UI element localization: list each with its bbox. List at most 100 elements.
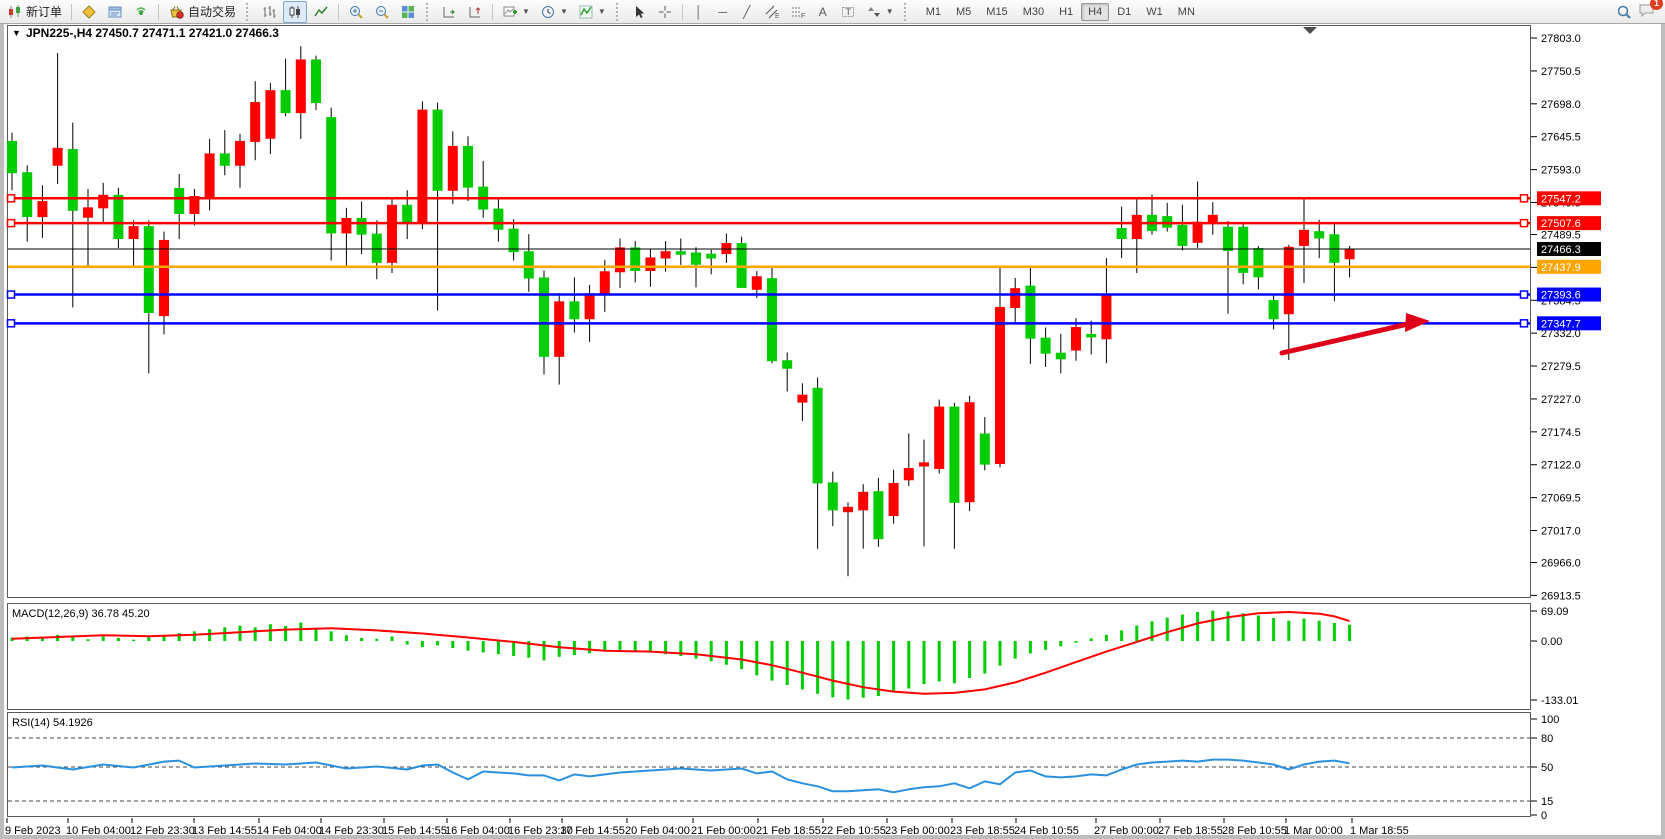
candle-body [175, 188, 184, 213]
macd-hist-bar [1227, 612, 1230, 641]
data-window-button[interactable] [103, 1, 127, 23]
shapes-button[interactable]: ▼ [862, 1, 898, 23]
timeframe-m15[interactable]: M15 [979, 3, 1014, 21]
macd-hist-bar [710, 641, 713, 661]
arrange-charts-button[interactable] [437, 1, 461, 23]
line-handle[interactable] [1521, 320, 1528, 327]
bar-chart-button[interactable] [257, 1, 281, 23]
autotrading-button[interactable]: 自动交易 [164, 1, 240, 23]
market-watch-button[interactable] [77, 1, 101, 23]
candle-body [540, 278, 549, 356]
candle-body [844, 507, 853, 511]
candlestick-chart-button[interactable] [283, 1, 307, 23]
text-button[interactable]: A [812, 1, 834, 23]
rsi-axis-label: 80 [1541, 733, 1553, 745]
candle-body [950, 407, 959, 502]
macd-hist-bar [193, 631, 196, 641]
macd-hist-bar [1166, 618, 1169, 641]
line-handle[interactable] [8, 291, 15, 298]
crosshair-button[interactable] [653, 1, 677, 23]
zoom-in-button[interactable] [344, 1, 368, 23]
chevron-down-icon: ▼ [560, 7, 568, 16]
macd-hist-bar [102, 637, 105, 641]
timeframe-w1[interactable]: W1 [1139, 3, 1170, 21]
notifications-button[interactable]: 1 [1638, 2, 1656, 21]
cursor-icon [631, 4, 647, 20]
window-frame-bottom [0, 835, 1665, 839]
macd-hist-bar [132, 640, 135, 641]
macd-hist-bar [862, 641, 865, 698]
text-label-button[interactable]: T [836, 1, 860, 23]
navigator-button[interactable] [129, 1, 153, 23]
timeframe-m5[interactable]: M5 [949, 3, 978, 21]
candle-body [1011, 289, 1020, 308]
timeframe-h1[interactable]: H1 [1052, 3, 1080, 21]
toolbar-grip [426, 3, 431, 21]
fibonacci-icon: F [790, 4, 806, 20]
macd-hist-bar [1014, 641, 1017, 659]
indicators-button[interactable]: ▼ [574, 1, 610, 23]
step-forward-button[interactable] [463, 1, 487, 23]
toolbar: 新订单 自动交易 [0, 0, 1665, 24]
line-handle[interactable] [8, 195, 15, 202]
macd-hist-bar [938, 641, 941, 681]
chart-collapse-icon[interactable]: ▼ [12, 28, 21, 38]
navigator-icon [133, 4, 149, 20]
timeframe-m30[interactable]: M30 [1016, 3, 1051, 21]
new-chart-button[interactable]: ▼ [498, 1, 534, 23]
channel-icon: E [764, 4, 780, 20]
svg-text:E: E [775, 13, 780, 20]
period-button[interactable]: ▼ [536, 1, 572, 23]
trendline-button[interactable]: ╱ [736, 1, 758, 23]
separator [682, 4, 683, 20]
macd-hist-bar [983, 641, 986, 674]
line-handle[interactable] [1521, 291, 1528, 298]
data-window-icon [107, 4, 123, 20]
candle-body [236, 141, 245, 165]
candle-body [1132, 215, 1141, 238]
candle-body [600, 272, 609, 294]
macd-hist-bar [1333, 623, 1336, 641]
macd-hist-bar [345, 635, 348, 641]
search-icon[interactable] [1616, 4, 1632, 20]
line-handle[interactable] [1521, 195, 1528, 202]
channel-button[interactable]: E [760, 1, 784, 23]
candle-body [23, 173, 32, 217]
timeframe-h4[interactable]: H4 [1081, 3, 1109, 21]
timeframe-m1[interactable]: M1 [919, 3, 948, 21]
timeframe-d1[interactable]: D1 [1110, 3, 1138, 21]
macd-hist-bar [71, 637, 74, 641]
macd-axis-label: 69.09 [1541, 606, 1569, 618]
line-chart-button[interactable] [309, 1, 333, 23]
chart-canvas[interactable]: 27803.027750.527698.027645.527593.027540… [0, 0, 1665, 839]
candle-body [783, 361, 792, 369]
candle-body [813, 388, 822, 483]
window-frame-right [1661, 23, 1665, 839]
rsi-axis-label: 15 [1541, 796, 1553, 808]
macd-hist-bar [1348, 625, 1351, 641]
candle-body [296, 60, 305, 113]
candle-body [266, 91, 275, 139]
line-handle[interactable] [8, 320, 15, 327]
horizontal-line-button[interactable]: ─ [712, 1, 734, 23]
tile-windows-button[interactable] [396, 1, 420, 23]
candle-body [570, 302, 579, 319]
cursor-button[interactable] [627, 1, 651, 23]
text-icon: A [816, 5, 830, 19]
new-order-button[interactable]: 新订单 [3, 1, 66, 23]
macd-hist-bar [1075, 641, 1078, 643]
timeframe-mn[interactable]: MN [1171, 3, 1202, 21]
candle-body [859, 492, 868, 510]
macd-hist-bar [923, 641, 926, 684]
candle-body [935, 407, 944, 468]
fibonacci-button[interactable]: F [786, 1, 810, 23]
zoom-out-button[interactable] [370, 1, 394, 23]
line-handle[interactable] [8, 220, 15, 227]
macd-hist-bar [421, 641, 424, 647]
price-tick-label: 27017.0 [1541, 526, 1581, 538]
macd-hist-bar [771, 641, 774, 681]
price-tick-label: 26966.0 [1541, 557, 1581, 569]
vertical-line-button[interactable]: │ [688, 1, 710, 23]
line-handle[interactable] [1521, 220, 1528, 227]
candle-body [372, 234, 381, 262]
